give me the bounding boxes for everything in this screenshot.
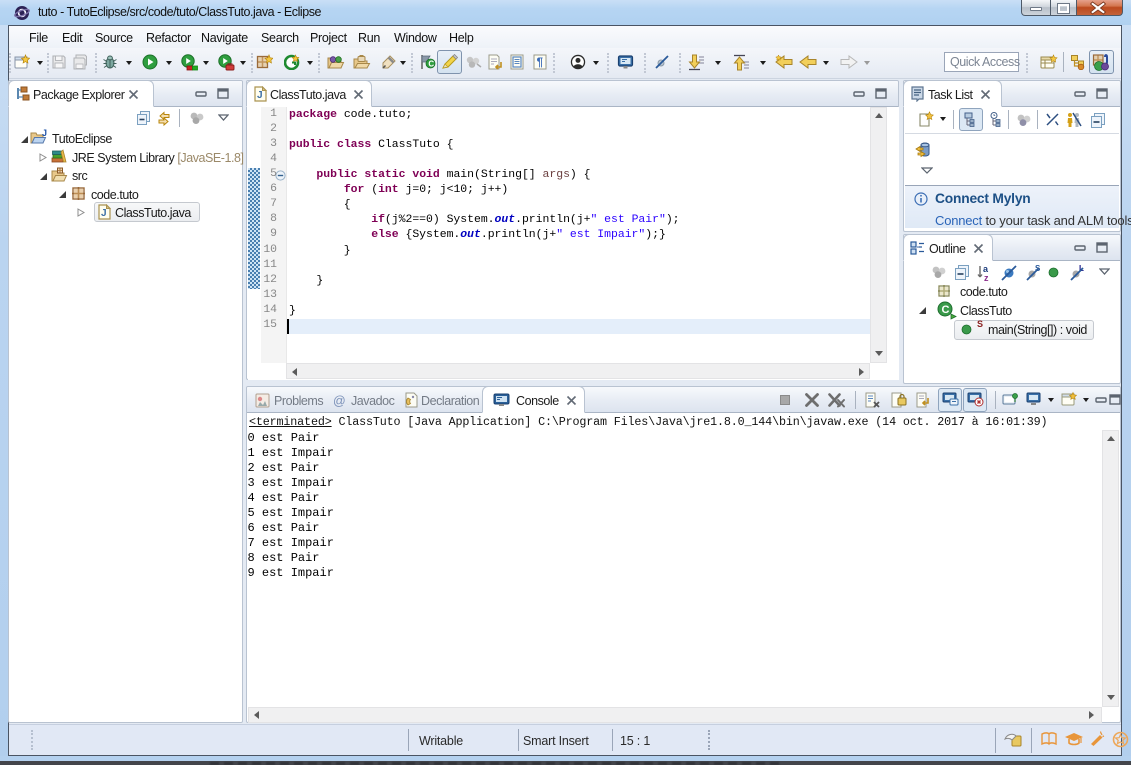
svg-text:C: C bbox=[428, 60, 434, 69]
svg-text:C: C bbox=[942, 304, 950, 316]
svg-text:J: J bbox=[257, 90, 263, 101]
svg-text:J: J bbox=[42, 129, 47, 138]
svg-text:z: z bbox=[984, 273, 989, 282]
svg-text:¶: ¶ bbox=[537, 57, 544, 69]
svg-text:J: J bbox=[101, 208, 107, 219]
